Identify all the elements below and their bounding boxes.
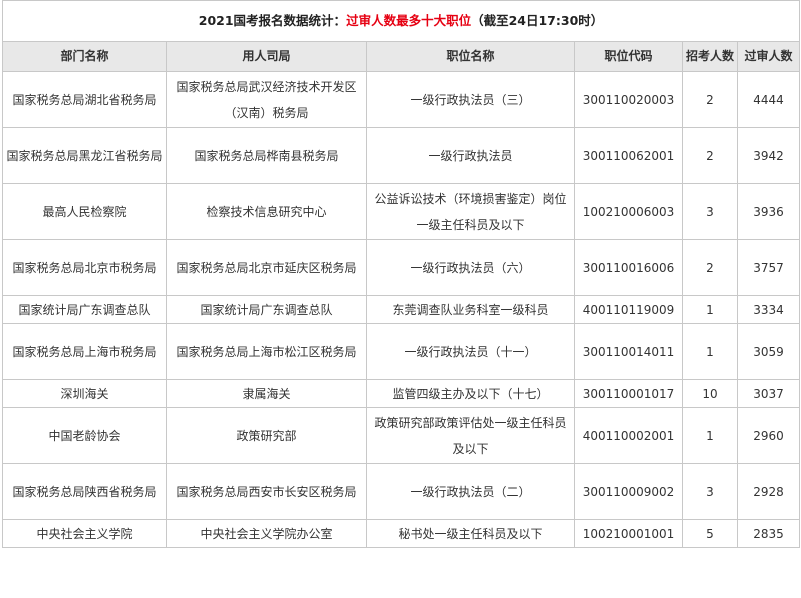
table-row: 中国老龄协会 政策研究部 政策研究部政策评估处一级主任科员及以下 4001100… <box>2 407 801 464</box>
title-row: 2021国考报名数据统计：过审人数最多十大职位（截至24日17:30时） <box>1 0 801 42</box>
bureau-cell: 国家税务总局北京市延庆区税务局 <box>166 239 367 296</box>
position-cell: 一级行政执法员 <box>366 127 575 184</box>
column-header-bureau: 用人司局 <box>166 41 367 72</box>
table-row: 深圳海关 隶属海关 监管四级主办及以下（十七） 300110001017 10 … <box>2 379 801 408</box>
passed-cell: 3942 <box>736 127 801 184</box>
position-cell: 一级行政执法员（二） <box>366 463 575 520</box>
table-row: 国家税务总局陕西省税务局 国家税务总局西安市长安区税务局 一级行政执法员（二） … <box>2 463 801 520</box>
quota-cell: 3 <box>682 463 738 520</box>
table-row: 国家统计局广东调查总队 国家统计局广东调查总队 东莞调查队业务科室一级科员 40… <box>2 295 801 324</box>
dept-cell: 国家税务总局湖北省税务局 <box>2 71 167 128</box>
code-cell: 100210001001 <box>574 519 683 548</box>
code-cell: 300110016006 <box>574 239 683 296</box>
position-cell: 公益诉讼技术（环境损害鉴定）岗位一级主任科员及以下 <box>366 183 575 240</box>
code-cell: 300110020003 <box>574 71 683 128</box>
dept-cell: 国家税务总局陕西省税务局 <box>2 463 167 520</box>
bureau-cell: 中央社会主义学院办公室 <box>166 519 367 548</box>
quota-cell: 10 <box>682 379 738 408</box>
dept-cell: 中央社会主义学院 <box>2 519 167 548</box>
column-header-position: 职位名称 <box>366 41 575 72</box>
code-cell: 300110001017 <box>574 379 683 408</box>
table-row: 国家税务总局湖北省税务局 国家税务总局武汉经济技术开发区（汉南）税务局 一级行政… <box>2 71 801 128</box>
dept-cell: 国家税务总局北京市税务局 <box>2 239 167 296</box>
position-cell: 政策研究部政策评估处一级主任科员及以下 <box>366 407 575 464</box>
position-cell: 秘书处一级主任科员及以下 <box>366 519 575 548</box>
passed-cell: 4444 <box>736 71 801 128</box>
code-cell: 300110062001 <box>574 127 683 184</box>
quota-cell: 3 <box>682 183 738 240</box>
table-row: 国家税务总局黑龙江省税务局 国家税务总局桦南县税务局 一级行政执法员 30011… <box>2 127 801 184</box>
bureau-cell: 国家税务总局桦南县税务局 <box>166 127 367 184</box>
column-header-passed: 过审人数 <box>736 41 801 72</box>
title-prefix: 2021国考报名数据统计： <box>198 13 347 28</box>
bureau-cell: 国家税务总局上海市松江区税务局 <box>166 323 367 380</box>
passed-cell: 3936 <box>736 183 801 240</box>
dept-cell: 国家税务总局上海市税务局 <box>2 323 167 380</box>
position-cell: 一级行政执法员（六） <box>366 239 575 296</box>
passed-cell: 3037 <box>736 379 801 408</box>
title-highlight: 过审人数最多十大职位 <box>346 13 472 28</box>
table-row: 中央社会主义学院 中央社会主义学院办公室 秘书处一级主任科员及以下 100210… <box>2 519 801 548</box>
quota-cell: 1 <box>682 295 738 324</box>
column-header-dept: 部门名称 <box>2 41 167 72</box>
quota-cell: 2 <box>682 127 738 184</box>
dept-cell: 最高人民检察院 <box>2 183 167 240</box>
bureau-cell: 国家税务总局西安市长安区税务局 <box>166 463 367 520</box>
quota-cell: 1 <box>682 407 738 464</box>
position-cell: 监管四级主办及以下（十七） <box>366 379 575 408</box>
bureau-cell: 国家税务总局武汉经济技术开发区（汉南）税务局 <box>166 71 367 128</box>
column-header-code: 职位代码 <box>574 41 683 72</box>
passed-cell: 2835 <box>736 519 801 548</box>
passed-cell: 3059 <box>736 323 801 380</box>
header-row: 部门名称 用人司局 职位名称 职位代码 招考人数 过审人数 <box>2 41 801 72</box>
passed-cell: 2928 <box>736 463 801 520</box>
title-suffix: （截至24日17:30时） <box>471 13 604 28</box>
quota-cell: 1 <box>682 323 738 380</box>
quota-cell: 2 <box>682 239 738 296</box>
bureau-cell: 检察技术信息研究中心 <box>166 183 367 240</box>
passed-cell: 3757 <box>736 239 801 296</box>
quota-cell: 5 <box>682 519 738 548</box>
table-row: 国家税务总局北京市税务局 国家税务总局北京市延庆区税务局 一级行政执法员（六） … <box>2 239 801 296</box>
position-cell: 一级行政执法员（十一） <box>366 323 575 380</box>
ranking-table: 2021国考报名数据统计：过审人数最多十大职位（截至24日17:30时） 部门名… <box>1 0 801 548</box>
dept-cell: 深圳海关 <box>2 379 167 408</box>
position-cell: 一级行政执法员（三） <box>366 71 575 128</box>
code-cell: 400110119009 <box>574 295 683 324</box>
dept-cell: 中国老龄协会 <box>2 407 167 464</box>
code-cell: 100210006003 <box>574 183 683 240</box>
quota-cell: 2 <box>682 71 738 128</box>
position-cell: 东莞调查队业务科室一级科员 <box>366 295 575 324</box>
bureau-cell: 隶属海关 <box>166 379 367 408</box>
dept-cell: 国家统计局广东调查总队 <box>2 295 167 324</box>
code-cell: 300110009002 <box>574 463 683 520</box>
table-row: 最高人民检察院 检察技术信息研究中心 公益诉讼技术（环境损害鉴定）岗位一级主任科… <box>2 183 801 240</box>
bureau-cell: 政策研究部 <box>166 407 367 464</box>
bureau-cell: 国家统计局广东调查总队 <box>166 295 367 324</box>
table-row: 国家税务总局上海市税务局 国家税务总局上海市松江区税务局 一级行政执法员（十一）… <box>2 323 801 380</box>
passed-cell: 3334 <box>736 295 801 324</box>
code-cell: 300110014011 <box>574 323 683 380</box>
dept-cell: 国家税务总局黑龙江省税务局 <box>2 127 167 184</box>
passed-cell: 2960 <box>736 407 801 464</box>
column-header-quota: 招考人数 <box>682 41 738 72</box>
table-title: 2021国考报名数据统计：过审人数最多十大职位（截至24日17:30时） <box>1 0 801 42</box>
code-cell: 400110002001 <box>574 407 683 464</box>
